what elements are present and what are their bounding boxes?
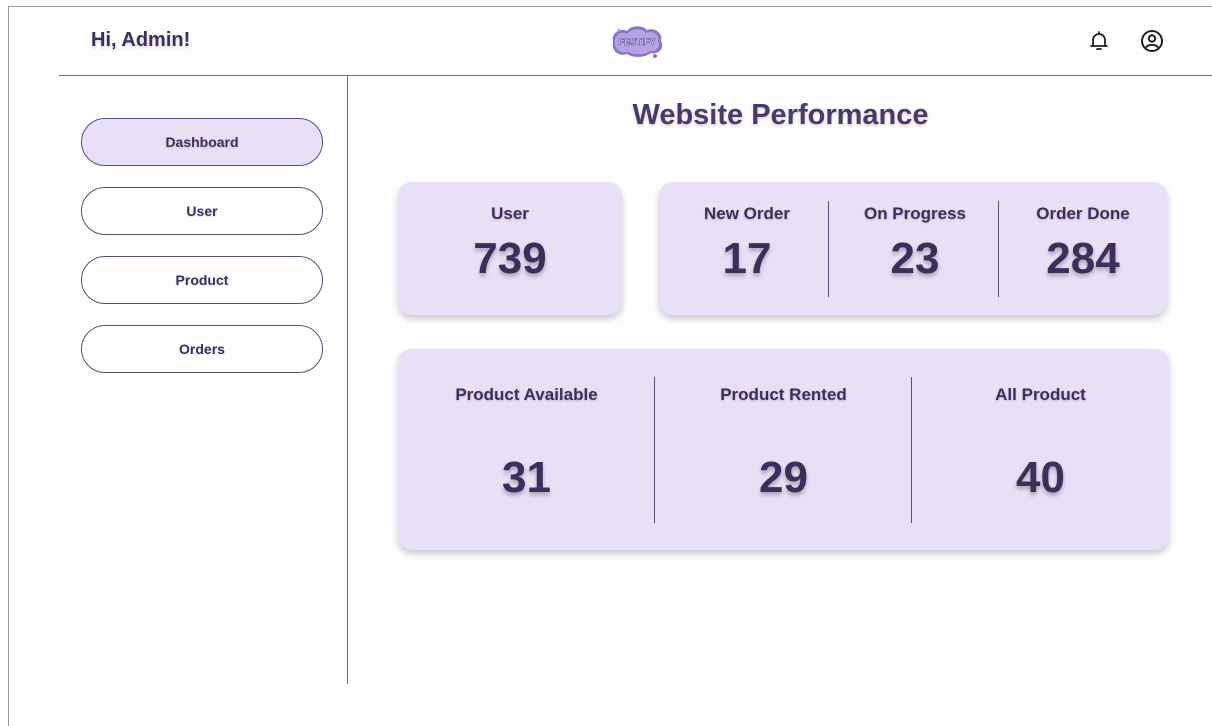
sidebar-item-label: Product [175, 272, 229, 288]
sidebar-nav: Dashboard User Product Orders [81, 118, 323, 394]
stat-label: On Progress [863, 204, 967, 223]
stat-label: Order Done [1036, 204, 1130, 223]
stat-value: 23 [890, 234, 940, 283]
stat-new-order: New Order 17 [667, 182, 827, 284]
stat-product-rented: Product Rented 29 [655, 349, 912, 503]
top-header: Hi, Admin! FESTIFY [9, 7, 1212, 75]
user-stat-card: User 739 [398, 182, 622, 315]
sidebar-divider [347, 76, 348, 684]
bell-icon[interactable] [1087, 29, 1111, 53]
sidebar-item-label: User [186, 203, 218, 219]
page-title: Website Performance [632, 99, 929, 131]
stat-label: User [491, 204, 529, 223]
sidebar-item-user[interactable]: User [81, 187, 323, 235]
stat-product-available: Product Available 31 [398, 349, 655, 503]
stat-value: 29 [759, 453, 808, 502]
festify-logo[interactable]: FESTIFY [605, 22, 669, 60]
stat-label: Product Rented [720, 385, 847, 404]
orders-stat-card: New Order 17 On Progress 23 Order Done 2… [659, 182, 1167, 315]
header-divider [59, 75, 1212, 76]
products-stat-card: Product Available 31 Product Rented 29 A… [398, 349, 1169, 550]
stat-label: All Product [995, 385, 1086, 404]
stat-on-progress: On Progress 23 [835, 182, 995, 284]
stat-value: 40 [1016, 453, 1065, 502]
stat-all-product: All Product 40 [912, 349, 1169, 503]
stat-value: 739 [473, 234, 547, 283]
stat-label: New Order [704, 204, 790, 223]
sidebar-item-label: Orders [179, 341, 225, 357]
sidebar-item-dashboard[interactable]: Dashboard [81, 118, 323, 166]
app-window: Hi, Admin! FESTIFY Dashboard User Produc… [8, 6, 1212, 726]
sidebar-item-product[interactable]: Product [81, 256, 323, 304]
stat-value: 31 [502, 453, 551, 502]
logo-text: FESTIFY [618, 37, 655, 47]
stat-divider [828, 201, 829, 297]
sidebar-item-orders[interactable]: Orders [81, 325, 323, 373]
stat-user: User 739 [398, 182, 622, 284]
greeting-text: Hi, Admin! [91, 29, 191, 51]
stat-value: 284 [1046, 234, 1120, 283]
stat-label: Product Available [455, 385, 598, 404]
stat-value: 17 [722, 234, 772, 283]
stat-order-done: Order Done 284 [999, 182, 1167, 284]
account-circle-icon[interactable] [1140, 29, 1164, 53]
sidebar-item-label: Dashboard [165, 134, 239, 150]
